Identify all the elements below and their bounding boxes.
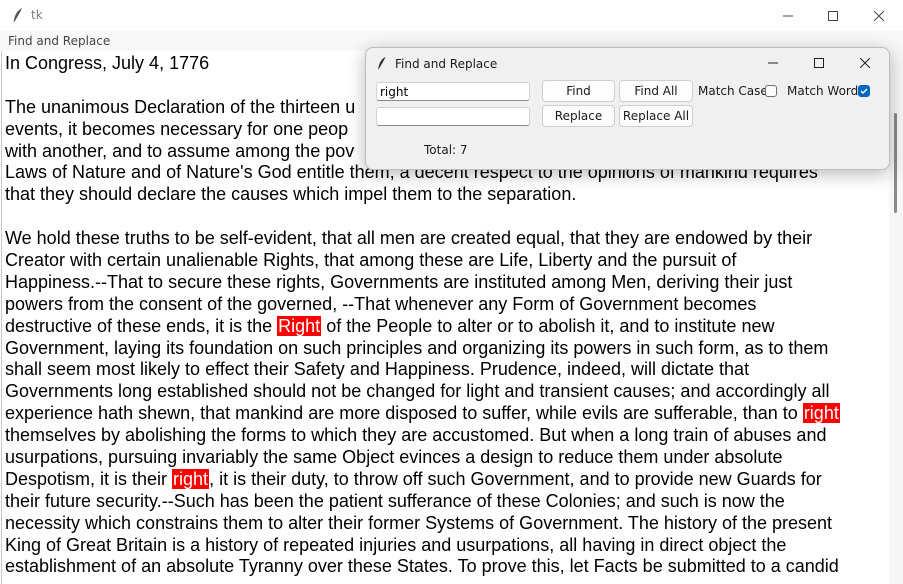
text-run: We hold these truths to be self-evident,… (5, 228, 813, 249)
text-run: experience hath shewn, that mankind are … (5, 403, 803, 424)
text-line: King of Great Britain is a history of re… (5, 535, 885, 557)
text-run: Government, laying its foundation on suc… (5, 337, 829, 358)
menu-find-and-replace[interactable]: Find and Replace (8, 34, 110, 48)
text-run: themselves by abolishing the forms to wh… (5, 425, 827, 446)
title-bar: tk (0, 0, 903, 31)
text-run: establishment of an absolute Tyranny ove… (5, 556, 839, 577)
text-run: The unanimous Declaration of the thirtee… (5, 96, 356, 117)
close-button[interactable] (856, 0, 902, 31)
find-input[interactable] (376, 82, 530, 101)
text-line: necessity which constrains them to alter… (5, 513, 885, 535)
text-run: powers from the consent of the governed,… (5, 293, 757, 314)
feather-icon (377, 56, 386, 70)
dialog-close-button[interactable] (842, 48, 888, 78)
text-run: Despotism, it is their (5, 468, 173, 489)
close-icon (860, 58, 870, 68)
text-run: Governments long established should not … (5, 381, 830, 402)
vertical-scrollbar[interactable] (889, 51, 903, 584)
replace-button[interactable]: Replace (542, 105, 615, 127)
search-match-highlight: right (172, 468, 210, 489)
maximize-icon (828, 10, 838, 21)
text-run: necessity which constrains them to alter… (5, 512, 833, 533)
text-line: that they should declare the causes whic… (5, 184, 885, 206)
maximize-icon (814, 58, 824, 68)
find-replace-dialog: Find and Replace Find Find All Replace R… (365, 47, 890, 170)
minimize-button[interactable] (765, 0, 811, 31)
match-word-label: Match Word (787, 84, 859, 98)
text-run: King of Great Britain is a history of re… (5, 534, 787, 555)
text-line: We hold these truths to be self-evident,… (5, 228, 885, 250)
text-line: Governments long established should not … (5, 381, 885, 403)
text-line: shall seem most likely to effect their S… (5, 359, 885, 381)
text-line: destructive of these ends, it is the Rig… (5, 315, 885, 338)
text-line: themselves by abolishing the forms to wh… (5, 425, 885, 447)
text-run: their future security.--Such has been th… (5, 490, 785, 511)
minimize-icon (768, 62, 778, 64)
text-line: experience hath shewn, that mankind are … (5, 403, 885, 425)
text-run: , it is their duty, to throw off such Go… (209, 468, 822, 489)
text-line: establishment of an absolute Tyranny ove… (5, 556, 885, 578)
text-run: that they should declare the causes whic… (5, 184, 577, 205)
scroll-thumb[interactable] (894, 113, 897, 213)
text-line: usurpations, pursuing invariably the sam… (5, 447, 885, 469)
text-run: Creator with certain unalienable Rights,… (5, 250, 737, 271)
text-run: with another, and to assume among the po… (5, 140, 355, 161)
dialog-title: Find and Replace (395, 57, 498, 71)
text-line: Creator with certain unalienable Rights,… (5, 250, 885, 272)
text-line: powers from the consent of the governed,… (5, 294, 885, 316)
dialog-minimize-button[interactable] (750, 48, 796, 78)
text-line: Government, laying its foundation on suc… (5, 338, 885, 360)
text-line: Happiness.--That to secure these rights,… (5, 272, 885, 294)
feather-icon (13, 8, 22, 22)
search-match-highlight: right (802, 403, 840, 424)
text-line: Despotism, it is their right, it is thei… (5, 468, 885, 491)
text-run: destructive of these ends, it is the (5, 315, 278, 336)
text-line (5, 206, 885, 228)
replace-input[interactable] (376, 107, 530, 126)
find-button[interactable]: Find (542, 80, 615, 102)
text-run: Happiness.--That to secure these rights,… (5, 271, 793, 292)
maximize-button[interactable] (810, 0, 856, 31)
match-count-status: Total: 7 (424, 143, 468, 157)
match-case-label: Match Case (698, 84, 768, 98)
close-icon (874, 10, 884, 21)
replace-all-button[interactable]: Replace All (619, 105, 693, 127)
text-run: In Congress, July 4, 1776 (5, 53, 210, 73)
text-run: of the People to alter or to abolish it,… (321, 315, 775, 336)
dialog-maximize-button[interactable] (796, 48, 842, 78)
find-all-button[interactable]: Find All (619, 80, 693, 102)
text-run: usurpations, pursuing invariably the sam… (5, 447, 783, 468)
text-line: their future security.--Such has been th… (5, 491, 885, 513)
window-title: tk (31, 8, 43, 22)
search-match-highlight: Right (277, 315, 322, 336)
match-case-checkbox[interactable] (765, 85, 777, 97)
match-word-checkbox[interactable] (858, 85, 870, 97)
text-run: shall seem most likely to effect their S… (5, 359, 750, 380)
checkmark-icon (860, 88, 868, 94)
dialog-title-bar: Find and Replace (366, 48, 889, 78)
minimize-icon (783, 15, 793, 16)
text-run: events, it becomes necessary for one peo… (5, 118, 349, 139)
